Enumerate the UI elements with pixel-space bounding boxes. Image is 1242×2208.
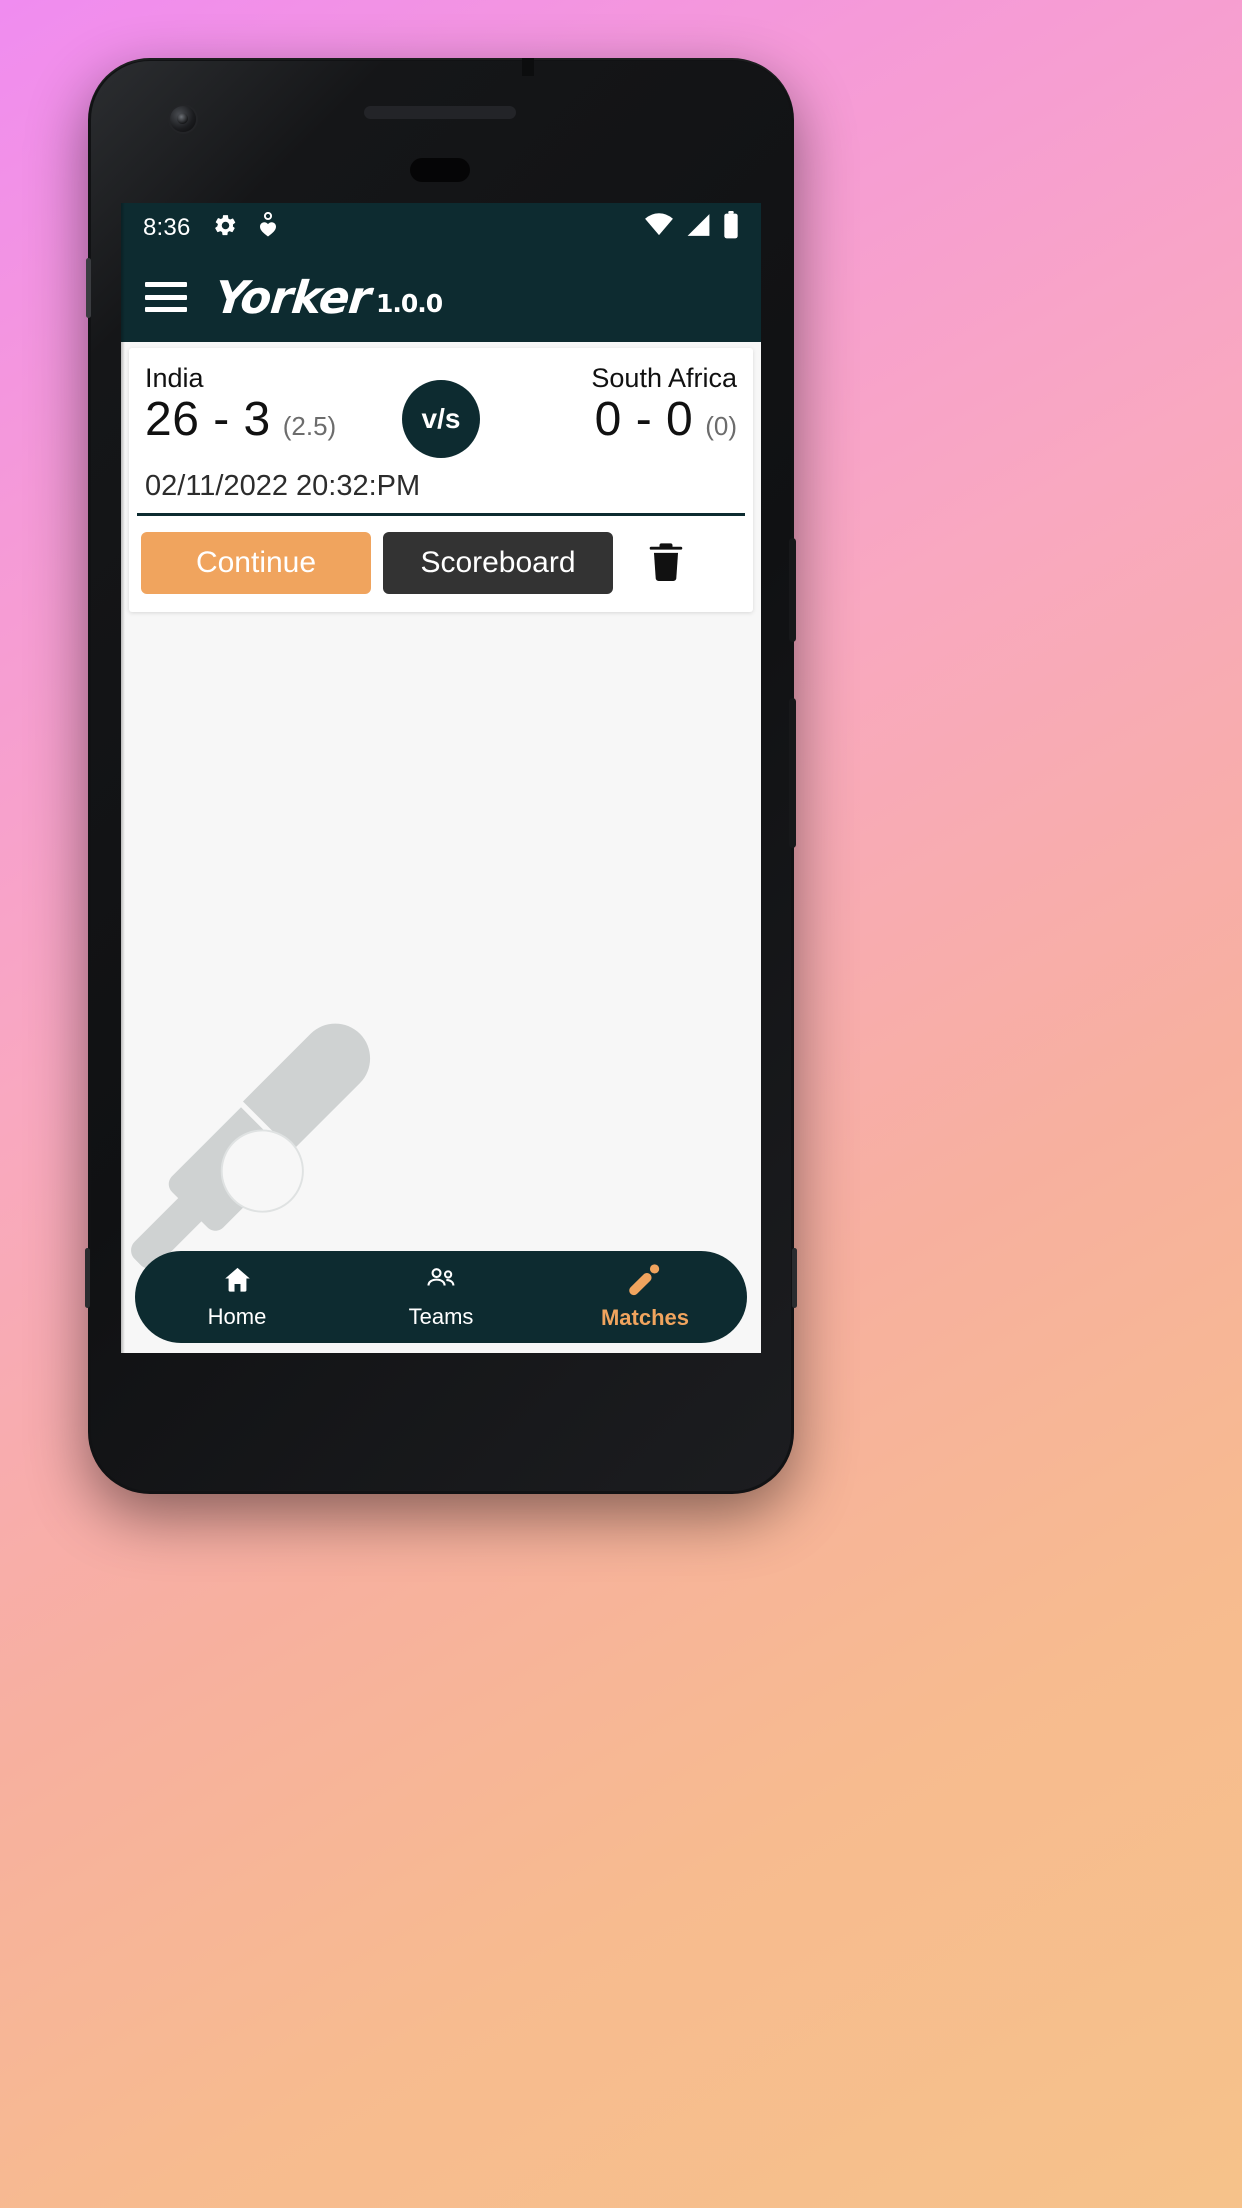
team-right-block: South Africa 0 - 0 (0) (591, 363, 737, 446)
app-title: Yorker (212, 270, 373, 324)
team-right-overs: (0) (705, 410, 737, 441)
match-card-actions: Continue Scoreboard (129, 516, 753, 612)
antenna-line (792, 1248, 797, 1308)
phone-device-frame: 8:36 Yorker 1.0.0 India 26 - 3 (2.5) v/s… (85, 58, 797, 1494)
delete-match-button[interactable] (633, 535, 699, 592)
team-left-score: 26 - 3 (145, 392, 271, 446)
nav-item-home[interactable]: Home (177, 1264, 297, 1330)
status-bar-time: 8:36 (143, 213, 191, 241)
gear-icon (213, 213, 238, 243)
battery-icon (723, 211, 739, 244)
nav-item-teams[interactable]: Teams (381, 1264, 501, 1330)
team-left-block: India 26 - 3 (2.5) (145, 363, 337, 446)
heart-person-icon (257, 211, 279, 243)
status-bar: 8:36 (121, 203, 761, 252)
antenna-line (85, 1248, 90, 1308)
signal-icon (685, 213, 712, 242)
team-left-overs: (2.5) (282, 410, 337, 441)
app-version: 1.0.0 (375, 288, 443, 318)
trash-icon (647, 542, 685, 586)
nav-item-home-label: Home (207, 1304, 267, 1329)
brand-logo: Yorker 1.0.0 (212, 270, 443, 324)
content-area: India 26 - 3 (2.5) v/s South Africa 0 - … (121, 348, 761, 1353)
earpiece-speaker (410, 158, 470, 182)
power-button[interactable] (789, 698, 796, 848)
home-icon (222, 1264, 253, 1300)
hamburger-menu-icon[interactable] (145, 282, 187, 312)
team-right-name: South Africa (591, 363, 737, 393)
team-left-name: India (145, 363, 204, 393)
nav-item-matches-label: Matches (600, 1305, 690, 1330)
wifi-icon (644, 213, 674, 242)
match-card[interactable]: India 26 - 3 (2.5) v/s South Africa 0 - … (129, 348, 753, 612)
notch-marker (522, 58, 534, 76)
app-bar: Yorker 1.0.0 (121, 252, 761, 342)
cricket-bat-ball-watermark-icon (131, 1023, 371, 1269)
versus-badge: v/s (402, 380, 480, 458)
scoreboard-button[interactable]: Scoreboard (383, 532, 613, 594)
speaker-grille (364, 106, 516, 119)
antenna-line (86, 258, 91, 318)
phone-screen: 8:36 Yorker 1.0.0 India 26 - 3 (2.5) v/s… (121, 203, 761, 1353)
match-datetime: 02/11/2022 20:32:PM (145, 470, 421, 502)
team-right-score: 0 - 0 (594, 392, 694, 446)
volume-button[interactable] (789, 538, 796, 642)
bottom-navigation-bar: Home Teams Matches (135, 1251, 747, 1343)
continue-button[interactable]: Continue (141, 532, 371, 594)
people-icon (425, 1264, 458, 1300)
front-camera-icon (170, 106, 196, 132)
nav-item-teams-label: Teams (408, 1304, 474, 1329)
nav-item-matches[interactable]: Matches (585, 1263, 705, 1331)
cricket-bat-ball-icon (627, 1263, 663, 1301)
match-card-scores: India 26 - 3 (2.5) v/s South Africa 0 - … (129, 363, 753, 464)
